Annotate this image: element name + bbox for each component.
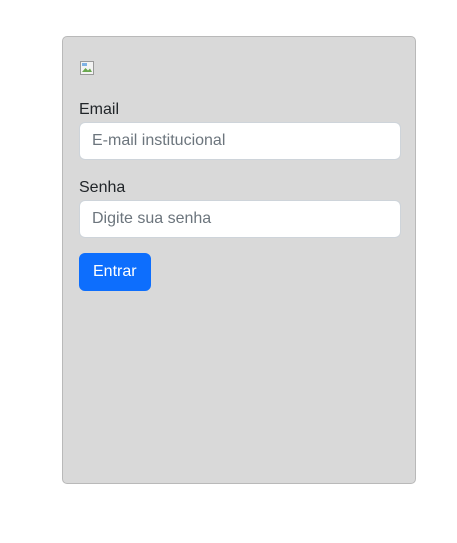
email-field[interactable]: [79, 122, 401, 160]
password-label: Senha: [79, 179, 126, 196]
broken-image-icon: [79, 60, 95, 76]
password-field[interactable]: [79, 200, 401, 238]
email-label: Email: [79, 101, 120, 118]
login-card: Email Senha Entrar: [62, 36, 416, 484]
submit-button[interactable]: Entrar: [79, 253, 151, 291]
